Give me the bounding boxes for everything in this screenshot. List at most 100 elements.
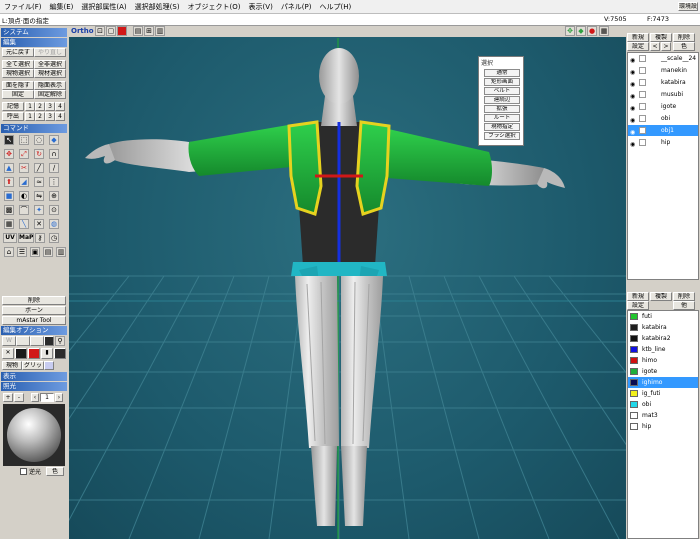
lathe-icon[interactable]: ◐: [19, 191, 29, 201]
material-new-button[interactable]: 新規: [627, 292, 649, 301]
select-normal-button[interactable]: 通常: [484, 69, 520, 77]
drop-icon[interactable]: ◍: [49, 219, 59, 229]
visibility-eye-icon[interactable]: ◉: [630, 115, 637, 124]
wire-icon[interactable]: ╲: [19, 219, 29, 229]
lock-checkbox[interactable]: [639, 139, 646, 146]
uv-tool[interactable]: UV: [3, 233, 17, 243]
3d-viewport[interactable]: Ortho ⊡ ▢ ▤ ⊞ ▥ ✥ ◆ ● ▦ 選択 通常 矩形画面 ベルト 連…: [69, 26, 626, 539]
rotate-icon[interactable]: ↻: [34, 149, 44, 159]
object-row[interactable]: ◉ obi: [628, 113, 698, 124]
smooth-icon[interactable]: ≈: [34, 177, 44, 187]
select-all-button[interactable]: 全て選択: [2, 60, 34, 69]
menu-object[interactable]: オブジェクト(O): [184, 2, 245, 12]
material-row[interactable]: hip: [628, 421, 698, 432]
menu-view[interactable]: 表示(V): [245, 2, 277, 12]
opt-grid-button[interactable]: グリッド: [22, 361, 44, 370]
scale-icon[interactable]: ⤢: [19, 149, 29, 159]
opt-blank-1[interactable]: [16, 336, 30, 346]
object-row[interactable]: ◉ katabira: [628, 77, 698, 88]
thin-edge-icon[interactable]: ∕: [49, 163, 59, 173]
mastar-tool-button[interactable]: mAstar Tool: [2, 316, 66, 325]
lock-checkbox[interactable]: [639, 127, 646, 134]
lock-checkbox[interactable]: [639, 115, 646, 122]
view-fit-icon[interactable]: ⊡: [95, 26, 105, 36]
deselect-all-button[interactable]: 全非選択: [34, 60, 66, 69]
mirror-icon[interactable]: ⇋: [34, 191, 44, 201]
box-primitive-icon[interactable]: ■: [4, 191, 14, 201]
select-belt-button[interactable]: ベルト: [484, 87, 520, 95]
recall-slot-2[interactable]: 2: [35, 112, 45, 121]
material-row[interactable]: igote: [628, 366, 698, 377]
memory-slot-2[interactable]: 2: [35, 102, 45, 111]
key-icon[interactable]: ⚷: [35, 233, 45, 243]
bone-button[interactable]: ボーン: [2, 306, 66, 315]
select-expand-button[interactable]: 拡張: [484, 105, 520, 113]
bevel-icon[interactable]: ◢: [19, 177, 29, 187]
opt-axis-z[interactable]: [28, 348, 40, 359]
material-other-button[interactable]: 他: [673, 301, 695, 310]
opt-t-button[interactable]: [44, 361, 54, 370]
plugin-c-icon[interactable]: ▣: [30, 247, 40, 257]
visibility-eye-icon[interactable]: ◉: [630, 103, 637, 112]
light-remove-button[interactable]: -: [14, 393, 24, 402]
opt-object-button[interactable]: 現物: [2, 361, 22, 370]
magnet-icon[interactable]: ∩: [49, 149, 59, 159]
material-settings-button[interactable]: 設定: [627, 301, 649, 310]
select-route-button[interactable]: ルート: [484, 114, 520, 122]
visibility-eye-icon[interactable]: ◉: [630, 79, 637, 88]
recall-slot-3[interactable]: 3: [45, 112, 55, 121]
magic-select-icon[interactable]: ◆: [49, 135, 59, 145]
lock-checkbox[interactable]: [639, 103, 646, 110]
object-row[interactable]: ◉ hip: [628, 137, 698, 148]
material-duplicate-button[interactable]: 複製: [650, 292, 672, 301]
memory-slot-3[interactable]: 3: [45, 102, 55, 111]
delete-button[interactable]: 削除: [2, 296, 66, 305]
redo-button[interactable]: やり直し: [34, 48, 66, 57]
visibility-eye-icon[interactable]: ◉: [630, 67, 637, 76]
show-hidden-button[interactable]: 隠面表示: [34, 81, 66, 90]
object-row-selected[interactable]: ◉ obj1: [628, 125, 698, 136]
gizmo-diamond-icon[interactable]: ◆: [576, 26, 586, 36]
view-cube-icon[interactable]: ▤: [133, 26, 143, 36]
weld-icon[interactable]: ⊕: [49, 191, 59, 201]
twist-icon[interactable]: ✦: [34, 205, 44, 215]
unfix-button[interactable]: 固定解除: [34, 90, 66, 99]
material-select-button[interactable]: 現材選択: [34, 69, 66, 78]
push-icon[interactable]: ⊙: [49, 205, 59, 215]
light-preview[interactable]: [3, 404, 65, 466]
cut-icon[interactable]: ✕: [34, 219, 44, 229]
array-icon[interactable]: ⋮: [49, 177, 59, 187]
backlight-checkbox[interactable]: [20, 468, 27, 475]
memory-button[interactable]: 記憶: [2, 102, 24, 111]
select-edge-loop-button[interactable]: 連続辺: [484, 96, 520, 104]
light-prev-button[interactable]: ‹: [31, 393, 39, 402]
object-select-button[interactable]: 現物選択: [2, 69, 34, 78]
object-row[interactable]: ◉ igote: [628, 101, 698, 112]
material-row[interactable]: katabira2: [628, 333, 698, 344]
recall-slot-4[interactable]: 4: [55, 112, 65, 121]
menu-edit[interactable]: 編集(E): [46, 2, 78, 12]
material-row[interactable]: mat3: [628, 410, 698, 421]
plugin-a-icon[interactable]: ⌂: [4, 247, 14, 257]
light-index[interactable]: 1: [40, 393, 54, 402]
edge-icon[interactable]: ╱: [34, 163, 44, 173]
menu-file[interactable]: ファイル(F): [0, 2, 46, 12]
visibility-eye-icon[interactable]: ◉: [630, 55, 637, 64]
bend-icon[interactable]: ⌒: [19, 205, 29, 215]
object-row[interactable]: ◉ manekin: [628, 65, 698, 76]
select-pointer-icon[interactable]: ↖: [4, 135, 14, 145]
view-frame-icon[interactable]: ▢: [106, 26, 116, 36]
opt-axis-y[interactable]: [15, 348, 27, 359]
environment-settings-button[interactable]: 環境設: [678, 2, 698, 11]
opt-screen[interactable]: [54, 348, 66, 359]
material-row[interactable]: himo: [628, 355, 698, 366]
plugin-b-icon[interactable]: ☰: [17, 247, 27, 257]
recall-slot-1[interactable]: 1: [25, 112, 35, 121]
material-row-selected[interactable]: ighimo: [628, 377, 698, 388]
create-face-icon[interactable]: ▲: [4, 163, 14, 173]
ortho-label[interactable]: Ortho: [71, 27, 94, 35]
object-color-button[interactable]: 色: [673, 42, 695, 51]
material-row[interactable]: futi: [628, 311, 698, 322]
lock-checkbox[interactable]: [639, 67, 646, 74]
rope-select-icon[interactable]: ◌: [34, 135, 44, 145]
